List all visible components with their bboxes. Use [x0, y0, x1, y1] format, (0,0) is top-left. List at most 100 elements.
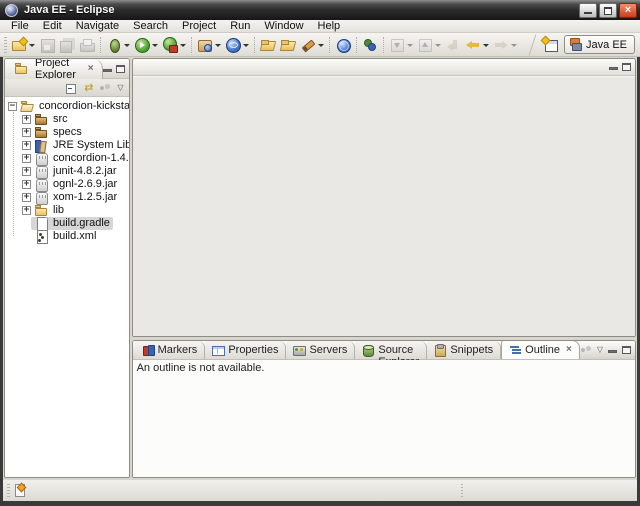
close-button[interactable]: × [619, 3, 637, 18]
project-explorer-view: Project Explorer × ⇄ ▽ − conc [4, 58, 130, 478]
project-tree: − concordion-kickstart + src + specs + [5, 97, 129, 477]
menu-navigate[interactable]: Navigate [69, 20, 126, 33]
tab-data-source-explorer[interactable]: Data Source Explorer [355, 341, 427, 359]
tab-close-icon[interactable]: × [566, 345, 572, 355]
perspective-java-ee-button[interactable]: Java EE [564, 35, 635, 54]
tree-item-label: build.xml [53, 230, 96, 243]
bottom-tab-strip: Markers Properties Servers Data Source E… [133, 341, 635, 360]
expander-icon[interactable]: + [22, 141, 31, 150]
import-icon [260, 37, 276, 53]
tab-close-icon[interactable]: × [88, 64, 94, 74]
back-button[interactable] [463, 35, 491, 55]
export-button[interactable] [278, 35, 298, 55]
import-button[interactable] [258, 35, 278, 55]
external-tools-icon [162, 37, 178, 53]
dim-dots-icon[interactable] [99, 82, 111, 94]
expander-icon[interactable]: + [22, 180, 31, 189]
menu-edit[interactable]: Edit [36, 20, 69, 33]
team-sync-button[interactable] [360, 35, 380, 55]
next-annotation-button[interactable] [387, 35, 415, 55]
new-web-wizard-button[interactable] [195, 35, 223, 55]
tab-outline[interactable]: Outline × [501, 340, 580, 359]
tree-item-project[interactable]: − concordion-kickstart [5, 100, 129, 113]
close-icon: × [620, 4, 636, 17]
web-services-wizard-button[interactable] [223, 35, 251, 55]
editor-area [132, 58, 636, 337]
tab-markers[interactable]: Markers [135, 341, 206, 359]
forward-button[interactable] [491, 35, 519, 55]
tab-snippets[interactable]: Snippets [427, 341, 501, 359]
maximize-button[interactable] [599, 3, 617, 18]
outline-view-content: An outline is not available. [133, 360, 635, 477]
maximize-view-icon[interactable] [622, 346, 631, 354]
expander-icon[interactable]: − [8, 102, 17, 111]
previous-annotation-icon [417, 37, 433, 53]
toolbar-separator [383, 37, 384, 53]
editor-and-views-column: Markers Properties Servers Data Source E… [132, 58, 636, 478]
expander-icon[interactable]: + [22, 167, 31, 176]
workbench-area: Project Explorer × ⇄ ▽ − conc [0, 57, 640, 480]
web-browser-button[interactable] [333, 35, 353, 55]
collapse-all-icon[interactable] [66, 82, 78, 94]
forward-icon [493, 37, 509, 53]
tree-item-concordion-jar[interactable]: + concordion-1.4.2.jar [5, 152, 129, 165]
new-wizard-icon [11, 37, 27, 53]
library-icon [34, 139, 50, 152]
tab-project-explorer[interactable]: Project Explorer × [5, 59, 103, 79]
data-source-icon [362, 344, 374, 356]
mark-occurrences-button[interactable] [298, 35, 326, 55]
minimize-button[interactable] [579, 3, 597, 18]
run-button[interactable] [132, 35, 160, 55]
expander-icon[interactable]: + [22, 128, 31, 137]
print-button[interactable] [77, 35, 97, 55]
menu-run[interactable]: Run [223, 20, 257, 33]
maximize-view-icon[interactable] [622, 63, 631, 71]
status-grip [7, 484, 10, 498]
tree-item-build-xml[interactable]: build.xml [5, 230, 129, 243]
empty-editor-content[interactable] [133, 76, 635, 336]
new-wizard-button[interactable] [9, 35, 37, 55]
expander-icon[interactable]: + [22, 115, 31, 124]
tab-label: Servers [309, 344, 347, 356]
tree-item-jre-library[interactable]: + JRE System Library [jre6] [5, 139, 129, 152]
file-icon [34, 217, 50, 230]
tree-item-specs[interactable]: + specs [5, 126, 129, 139]
expander-icon[interactable]: + [22, 193, 31, 202]
expander-icon[interactable]: + [22, 206, 31, 215]
menu-file[interactable]: File [4, 20, 36, 33]
tree-item-lib[interactable]: + lib [5, 204, 129, 217]
tree-item-ognl-jar[interactable]: + ognl-2.6.9.jar [5, 178, 129, 191]
link-with-editor-icon[interactable]: ⇄ [84, 82, 93, 94]
tree-item-build-gradle[interactable]: build.gradle [5, 217, 129, 230]
tree-item-xom-jar[interactable]: + xom-1.2.5.jar [5, 191, 129, 204]
view-menu-icon[interactable]: ▽ [117, 83, 123, 93]
view-menu-icon[interactable]: ▽ [597, 345, 603, 355]
open-perspective-button[interactable] [541, 35, 560, 55]
debug-button[interactable] [104, 35, 132, 55]
export-icon [280, 37, 296, 53]
expander-icon[interactable]: + [22, 154, 31, 163]
external-tools-button[interactable] [160, 35, 188, 55]
snippets-icon [434, 344, 446, 356]
maximize-view-icon[interactable] [116, 65, 125, 73]
perspective-bar: Java EE [532, 33, 640, 56]
menu-help[interactable]: Help [311, 20, 348, 33]
fast-view-icon[interactable] [15, 484, 25, 497]
minimize-view-icon[interactable] [609, 67, 618, 70]
status-bar [0, 480, 640, 501]
tree-item-src[interactable]: + src [5, 113, 129, 126]
save-button[interactable] [37, 35, 57, 55]
last-edit-location-button[interactable] [443, 35, 463, 55]
minimize-view-icon[interactable] [608, 350, 617, 353]
perspective-label: Java EE [586, 39, 627, 51]
minimize-view-icon[interactable] [103, 69, 112, 72]
menu-window[interactable]: Window [257, 20, 310, 33]
tab-properties[interactable]: Properties [205, 341, 286, 359]
previous-annotation-button[interactable] [415, 35, 443, 55]
tab-servers[interactable]: Servers [286, 341, 355, 359]
menu-project[interactable]: Project [175, 20, 223, 33]
tree-item-junit-jar[interactable]: + junit-4.8.2.jar [5, 165, 129, 178]
menu-search[interactable]: Search [126, 20, 175, 33]
eclipse-window: Java EE - Eclipse × File Edit Navigate S… [0, 0, 640, 506]
save-all-button[interactable] [57, 35, 77, 55]
